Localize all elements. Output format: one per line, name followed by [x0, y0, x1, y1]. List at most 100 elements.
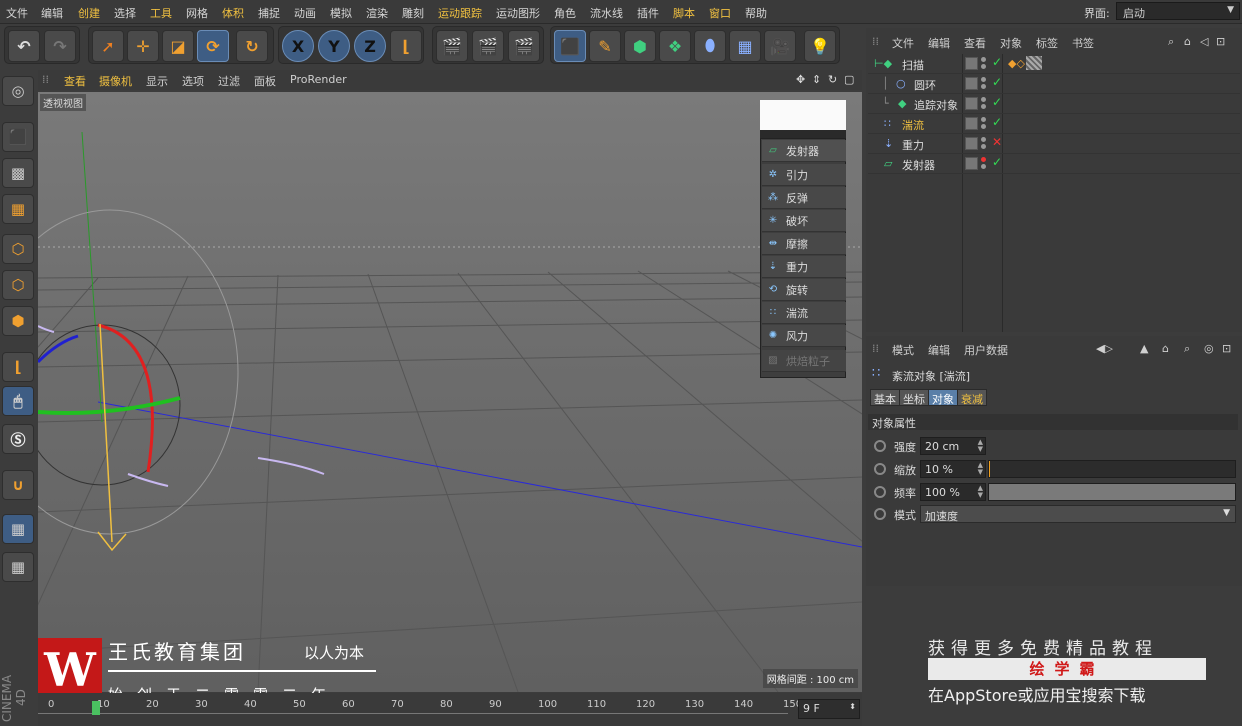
lock-workplane-button[interactable]: ▦ [2, 514, 34, 544]
menu-animate[interactable]: 动画 [294, 5, 316, 21]
render-settings-button[interactable]: 🎬 [508, 30, 540, 62]
flyout-friction[interactable]: ⇹ 摩擦 [762, 233, 846, 255]
timeline[interactable]: 0 10 20 30 40 50 60 70 80 90 100 110 120 130 140 150 9 … [38, 693, 862, 726]
planar-workplane-button[interactable]: ▦ [2, 552, 34, 582]
visibility-dots[interactable] [981, 77, 987, 91]
menu-plugins[interactable]: 插件 [637, 5, 659, 21]
menu-tools[interactable]: 工具 [150, 5, 172, 21]
recent-tool-button[interactable]: ↻ [236, 30, 268, 62]
playhead[interactable] [92, 701, 100, 715]
menu-select[interactable]: 选择 [114, 5, 136, 21]
menu-snap[interactable]: 捕捉 [258, 5, 280, 21]
drag-handle-icon[interactable]: ⁞⁞ [42, 73, 49, 86]
vp-menu-panel[interactable]: 面板 [254, 73, 276, 89]
om-menu-bookmarks[interactable]: 书签 [1072, 35, 1094, 51]
menu-script[interactable]: 脚本 [673, 5, 695, 21]
object-row-emitter[interactable]: ▱ 发射器 ✓ [868, 154, 1240, 174]
om-menu-tags[interactable]: 标签 [1036, 35, 1058, 51]
cube-button[interactable]: ⬛ [554, 30, 586, 62]
texture-mode-button[interactable]: ▩ [2, 158, 34, 188]
menu-create[interactable]: 创建 [78, 5, 100, 21]
search-icon[interactable]: ⌕ [1168, 35, 1174, 49]
render-view-button[interactable]: 🎬 [436, 30, 468, 62]
animate-radio[interactable] [874, 440, 886, 452]
drag-handle-icon[interactable]: ⁞⁞ [872, 342, 879, 355]
object-row-gravity[interactable]: ⇣ 重力 ✕ [868, 134, 1240, 154]
om-menu-edit[interactable]: 编辑 [928, 35, 950, 51]
coord-system-button[interactable]: ⌊ [390, 30, 422, 62]
move-tool-button[interactable]: ✛ [127, 30, 159, 62]
enabled-check-icon[interactable]: ✓ [992, 75, 1002, 89]
flyout-attractor[interactable]: ✲ 引力 [762, 164, 846, 186]
vp-menu-options[interactable]: 选项 [182, 73, 204, 89]
new-window-icon[interactable]: ⊡ [1216, 35, 1225, 48]
maximize-view-icon[interactable]: ▢ [844, 73, 854, 86]
menu-mesh[interactable]: 网格 [186, 5, 208, 21]
stepper-icon[interactable]: ▲ ▼ [978, 462, 983, 476]
flyout-emitter[interactable]: ▱ 发射器 [762, 140, 846, 162]
edges-mode-button[interactable]: ⬡ [2, 270, 34, 300]
current-frame-field[interactable]: 9 F ⬍ [798, 699, 860, 719]
om-menu-view[interactable]: 查看 [964, 35, 986, 51]
mode-select[interactable]: 加速度 ▼ [920, 505, 1236, 523]
visibility-dots[interactable] [981, 117, 987, 131]
flyout-rotation[interactable]: ⟲ 旋转 [762, 279, 846, 301]
floor-button[interactable]: ▦ [729, 30, 761, 62]
disabled-x-icon[interactable]: ✕ [992, 135, 1002, 149]
magnet-button[interactable]: ∪ [2, 470, 34, 500]
lock-icon[interactable]: ⌂ [1162, 342, 1169, 355]
polygons-mode-button[interactable]: ⬢ [2, 306, 34, 336]
vp-menu-prorender[interactable]: ProRender [290, 73, 347, 86]
tab-object[interactable]: 对象 [928, 389, 958, 406]
menu-sculpt[interactable]: 雕刻 [402, 5, 424, 21]
am-menu-edit[interactable]: 编辑 [928, 342, 950, 358]
vp-menu-display[interactable]: 显示 [146, 73, 168, 89]
layer-tag[interactable] [965, 57, 978, 70]
stepper-icon[interactable]: ▲ ▼ [978, 439, 983, 453]
target-icon[interactable]: ◎ [1204, 342, 1214, 355]
visibility-dots[interactable] [981, 157, 987, 171]
strength-field[interactable]: 20 cm ▲ ▼ [920, 437, 986, 455]
make-editable-button[interactable]: ◎ [2, 76, 34, 106]
layer-tag[interactable] [965, 77, 978, 90]
menu-pipeline[interactable]: 流水线 [590, 5, 623, 21]
vp-menu-filter[interactable]: 过滤 [218, 73, 240, 89]
visibility-dots[interactable] [981, 137, 987, 151]
enabled-check-icon[interactable]: ✓ [992, 155, 1002, 169]
object-row-circle[interactable]: │ ○ 圆环 ✓ [868, 74, 1240, 94]
scale-field[interactable]: 10 % ▲ ▼ [920, 460, 986, 478]
tab-coord[interactable]: 坐标 [899, 389, 929, 406]
move-view-icon[interactable]: ✥ [796, 73, 805, 86]
material-tag-icon[interactable] [1026, 56, 1042, 70]
animate-radio[interactable] [874, 486, 886, 498]
visibility-dots[interactable] [981, 97, 987, 111]
spline-pen-button[interactable]: ✎ [589, 30, 621, 62]
stepper-icon[interactable]: ▲ ▼ [978, 485, 983, 499]
flyout-deflector[interactable]: ⁂ 反弹 [762, 187, 846, 209]
flyout-destructor[interactable]: ✳ 破坏 [762, 210, 846, 232]
menu-help[interactable]: 帮助 [745, 5, 767, 21]
tab-basic[interactable]: 基本 [870, 389, 900, 406]
menu-edit[interactable]: 编辑 [41, 5, 63, 21]
y-axis-button[interactable]: Y [318, 30, 350, 62]
subdivision-button[interactable]: ⬢ [624, 30, 656, 62]
layer-tag[interactable] [965, 117, 978, 130]
array-button[interactable]: ❖ [659, 30, 691, 62]
om-menu-file[interactable]: 文件 [892, 35, 914, 51]
z-axis-button[interactable]: Z [354, 30, 386, 62]
new-window-icon[interactable]: ⊡ [1222, 342, 1231, 355]
am-menu-mode[interactable]: 模式 [892, 342, 914, 358]
pointer-up-icon[interactable]: ▲ [1140, 342, 1148, 355]
search-icon[interactable]: ⌕ [1184, 342, 1190, 356]
animate-radio[interactable] [874, 508, 886, 520]
redo-button[interactable]: ↷ [44, 30, 76, 62]
home-icon[interactable]: ⌂ [1184, 35, 1191, 48]
camera-button[interactable]: 🎥 [764, 30, 796, 62]
enabled-check-icon[interactable]: ✓ [992, 115, 1002, 129]
perspective-viewport[interactable]: 透视视图 网格间距 : 100 cm [38, 92, 862, 692]
enabled-check-icon[interactable]: ✓ [992, 95, 1002, 109]
rotate-view-icon[interactable]: ↻ [828, 73, 837, 86]
tab-falloff[interactable]: 衰减 [957, 389, 987, 406]
model-mode-button[interactable]: ⬛ [2, 122, 34, 152]
frequency-slider[interactable] [988, 483, 1236, 501]
